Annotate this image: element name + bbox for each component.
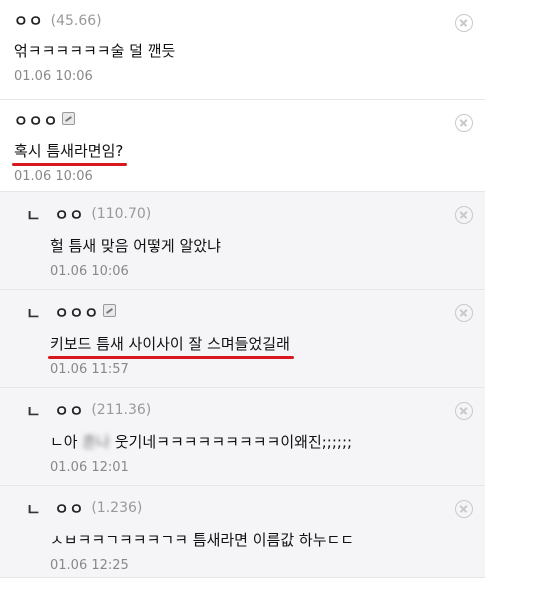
member-badge-icon [62, 112, 76, 125]
reply-arrow-icon: ㄴ [26, 206, 41, 225]
delete-icon[interactable] [455, 114, 473, 132]
ip-address: (211.36) [91, 402, 152, 418]
member-badge-icon [103, 303, 117, 317]
comment-text: 혹시 틈새라면임? [11, 142, 128, 166]
comment-item: ㅇㅇ (45.66) 얶ㅋㅋㅋㅋㅋㅋ술 덜 깬듯 01.06 10:06 [0, 0, 485, 100]
comment-time: 01.06 12:25 [50, 558, 129, 573]
comment-time: 01.06 10:06 [14, 69, 93, 84]
comment-header: ㅇㅇ (45.66) [14, 10, 445, 31]
reply-arrow-icon: ㄴ [26, 304, 41, 323]
comment-header: ㄴ ㅇㅇ (1.236) [24, 496, 445, 520]
nickname[interactable]: ㅇㅇ [55, 498, 85, 519]
delete-icon[interactable] [455, 206, 473, 224]
comment-text-pre: ㄴ아 [50, 433, 83, 451]
reply-item: ㄴ ㅇㅇ (211.36) ㄴ아 흔나 웃기네ㅋㅋㅋㅋㅋㅋㅋㅋㅋ이왜진;;;;;… [0, 388, 485, 486]
comment-time: 01.06 11:57 [50, 362, 129, 377]
comment-header: ㄴ ㅇㅇㅇ [24, 300, 445, 324]
comment-text: ㄴ아 흔나 웃기네ㅋㅋㅋㅋㅋㅋㅋㅋㅋ이왜진;;;;;; [50, 432, 352, 452]
reply-item: ㄴ ㅇㅇ (1.236) ㅅㅂㅋㅋㄱㅋㅋㅋㄱㅋ 틈새라면 이름값 하누ㄷㄷ 01… [0, 486, 485, 578]
nickname[interactable]: ㅇㅇㅇ [14, 110, 58, 131]
comment-header: ㄴ ㅇㅇ (110.70) [24, 202, 445, 226]
delete-icon[interactable] [455, 14, 473, 32]
ip-address: (1.236) [91, 500, 143, 516]
reply-arrow-icon: ㄴ [26, 500, 41, 519]
comment-text: 헐 틈새 맞음 어떻게 알았냐 [50, 237, 221, 255]
delete-icon[interactable] [455, 402, 473, 420]
comment-time: 01.06 10:06 [14, 169, 93, 184]
comment-time: 01.06 12:01 [50, 460, 129, 475]
nickname[interactable]: ㅇㅇ [14, 10, 44, 31]
delete-icon[interactable] [455, 304, 473, 322]
comment-header: ㄴ ㅇㅇ (211.36) [24, 398, 445, 422]
reply-item: ㄴ ㅇㅇㅇ 키보드 틈새 사이사이 잘 스며들었길래 01.06 11:57 [0, 290, 485, 388]
nickname[interactable]: ㅇㅇㅇ [55, 302, 99, 323]
blurred-word: 흔나 [82, 433, 110, 451]
comment-header: ㅇㅇㅇ [14, 110, 445, 131]
reply-arrow-icon: ㄴ [26, 402, 41, 421]
comment-text: ㅅㅂㅋㅋㄱㅋㅋㅋㄱㅋ 틈새라면 이름값 하누ㄷㄷ [50, 531, 355, 549]
reply-item: ㄴ ㅇㅇ (110.70) 헐 틈새 맞음 어떻게 알았냐 01.06 10:0… [0, 192, 485, 290]
ip-address: (110.70) [91, 206, 152, 222]
comment-text: 키보드 틈새 사이사이 잘 스며들었길래 [48, 335, 294, 359]
comment-text-post: 웃기네ㅋㅋㅋㅋㅋㅋㅋㅋㅋ이왜진;;;;;; [109, 433, 353, 451]
delete-icon[interactable] [455, 500, 473, 518]
ip-address: (45.66) [50, 12, 102, 29]
comment-list: ㅇㅇ (45.66) 얶ㅋㅋㅋㅋㅋㅋ술 덜 깬듯 01.06 10:06 ㅇㅇㅇ… [0, 0, 485, 578]
comment-time: 01.06 10:06 [50, 264, 129, 279]
comment-text: 얶ㅋㅋㅋㅋㅋㅋ술 덜 깬듯 [14, 42, 176, 60]
nickname[interactable]: ㅇㅇ [55, 400, 85, 421]
comment-item: ㅇㅇㅇ 혹시 틈새라면임? 01.06 10:06 [0, 100, 485, 192]
nickname[interactable]: ㅇㅇ [55, 204, 85, 225]
